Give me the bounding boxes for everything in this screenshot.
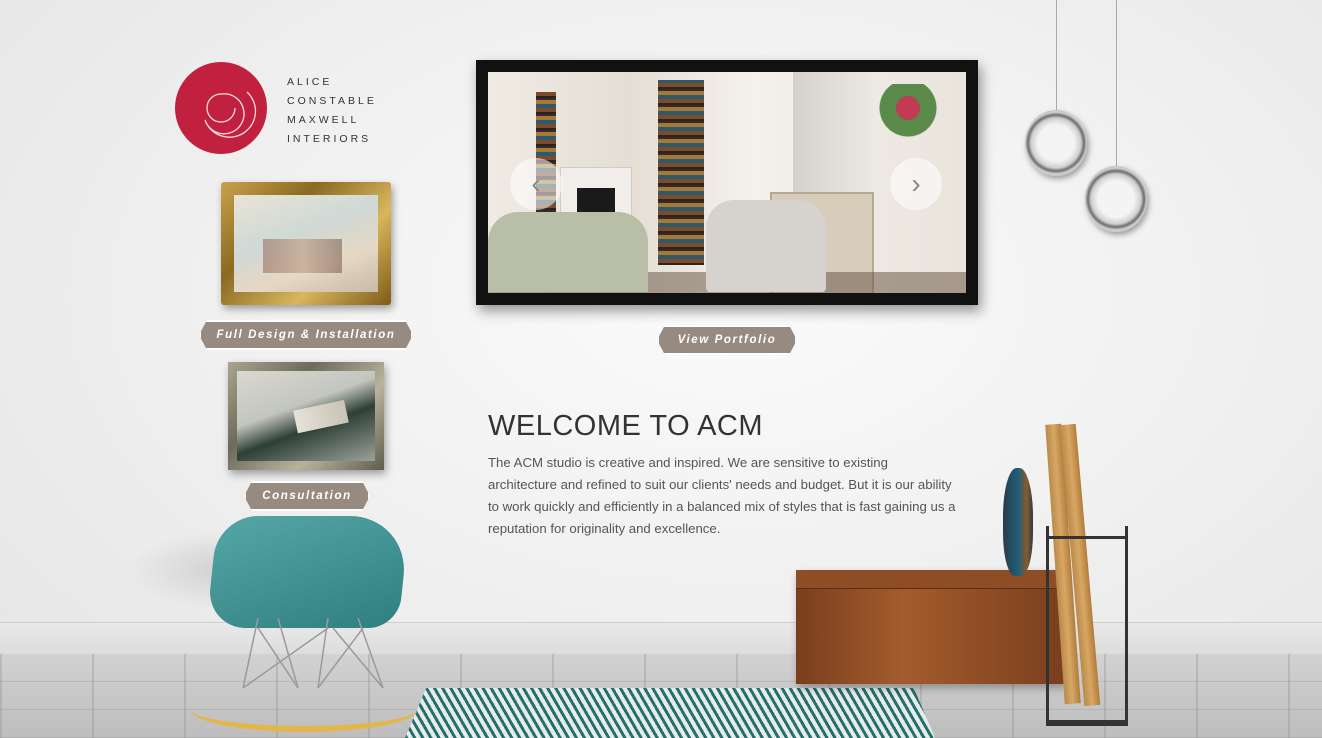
chevron-right-icon[interactable]: › — [890, 158, 942, 210]
design-picture-frame[interactable] — [221, 182, 391, 305]
design-sketch-image — [234, 195, 378, 292]
slide-flowers — [878, 84, 938, 164]
fabric-swatch — [293, 399, 350, 434]
glass-vase — [1003, 468, 1033, 576]
mirror-wire — [1116, 0, 1117, 168]
rocking-chair-runner — [190, 686, 418, 732]
welcome-paragraph: The ACM studio is creative and inspired.… — [488, 455, 956, 536]
rocking-chair-seat — [206, 516, 410, 628]
brand-line-3: MAXWELL — [287, 114, 360, 126]
brand-line-4: INTERIORS — [287, 133, 372, 145]
slide-wall-mirror — [793, 72, 873, 192]
chevron-left-icon[interactable]: ‹ — [510, 158, 562, 210]
consultation-button[interactable]: Consultation — [244, 481, 370, 511]
slide-armchair-green — [488, 212, 648, 292]
patterned-rug — [405, 688, 935, 738]
acm-logo-icon[interactable] — [175, 62, 267, 154]
umbrella-stand — [1046, 526, 1128, 726]
brand-line-1: ALICE — [287, 76, 333, 88]
hanging-mirror-icon — [1025, 110, 1087, 176]
slide-bookshelf-center — [658, 80, 704, 265]
rocking-chair-legs-icon — [242, 618, 384, 688]
portfolio-slideshow[interactable]: ‹ › — [476, 60, 978, 305]
consultation-picture-frame[interactable] — [228, 362, 384, 470]
slide-armchair-grey — [706, 200, 826, 292]
page-title: WELCOME TO ACM — [488, 410, 764, 442]
consultation-swatches-image — [237, 371, 375, 461]
full-design-button[interactable]: Full Design & Installation — [199, 320, 413, 350]
brand-line-2: CONSTABLE — [287, 95, 377, 107]
mirror-wire — [1056, 0, 1057, 110]
wooden-chest — [796, 570, 1066, 684]
brand-name[interactable]: ALICE CONSTABLE MAXWELL INTERIORS — [287, 73, 377, 149]
view-portfolio-button[interactable]: View Portfolio — [657, 325, 797, 355]
hanging-mirror-icon — [1085, 166, 1147, 232]
